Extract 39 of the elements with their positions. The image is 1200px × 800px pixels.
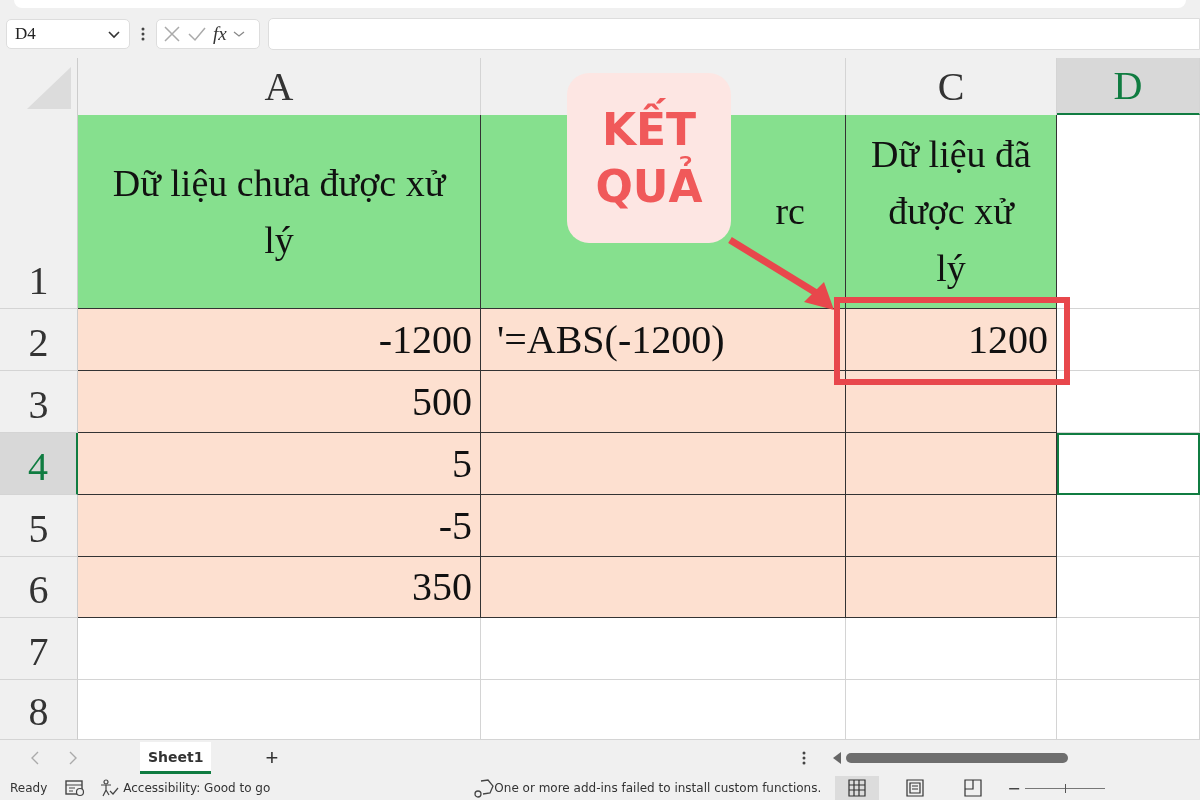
macro-icon[interactable]	[65, 779, 86, 797]
cell-text: 5	[452, 439, 472, 488]
formula-input[interactable]	[268, 18, 1200, 50]
cell-text: -5	[438, 501, 472, 550]
normal-view-button[interactable]	[835, 776, 880, 800]
chevron-right-icon[interactable]	[68, 751, 78, 765]
column-header[interactable]: D	[1057, 58, 1200, 115]
sheet-tab[interactable]: Sheet1	[140, 742, 212, 774]
cell-text: '=ABS(-1200)	[497, 315, 725, 364]
scrollbar-thumb[interactable]	[846, 753, 1069, 763]
chevron-left-icon[interactable]	[30, 751, 40, 765]
chevron-down-icon	[107, 29, 121, 39]
status-text: Ready	[10, 781, 48, 795]
page-break-icon	[964, 779, 983, 797]
cell-text: 1200	[968, 315, 1048, 364]
result-tooltip: KẾT QUẢ	[567, 73, 731, 243]
scroll-left-icon[interactable]	[832, 752, 843, 764]
add-sheet-button[interactable]: +	[261, 745, 283, 771]
add-in-message[interactable]: One or more add-ins failed to install custom functions.	[494, 781, 822, 795]
name-box[interactable]: D4	[6, 19, 130, 49]
cell-text: Dữ liệu chưa được xử lý	[111, 160, 448, 263]
cell-text: -1200	[378, 315, 472, 364]
accessibility-icon[interactable]	[99, 779, 120, 797]
cell-text: 500	[412, 377, 472, 426]
accessibility-status[interactable]: Accessibility: Good to go	[123, 781, 271, 795]
zoom-out-button[interactable]: −	[1007, 778, 1021, 798]
chevron-down-icon[interactable]	[232, 30, 245, 38]
row-header[interactable]: 4	[0, 433, 78, 495]
add-in-icon[interactable]	[474, 778, 495, 798]
cell-text: 350	[412, 563, 472, 611]
cell-text: rc	[775, 189, 805, 234]
grid-icon	[848, 779, 867, 797]
insert-function-button[interactable]: fx	[213, 23, 227, 45]
check-icon[interactable]	[187, 25, 207, 43]
cell-text: Dữ liệu đã được xử lý	[870, 132, 1032, 291]
cancel-icon[interactable]	[163, 25, 181, 43]
page-icon	[906, 779, 925, 797]
more-icon[interactable]	[802, 750, 807, 766]
more-icon[interactable]	[141, 26, 145, 42]
